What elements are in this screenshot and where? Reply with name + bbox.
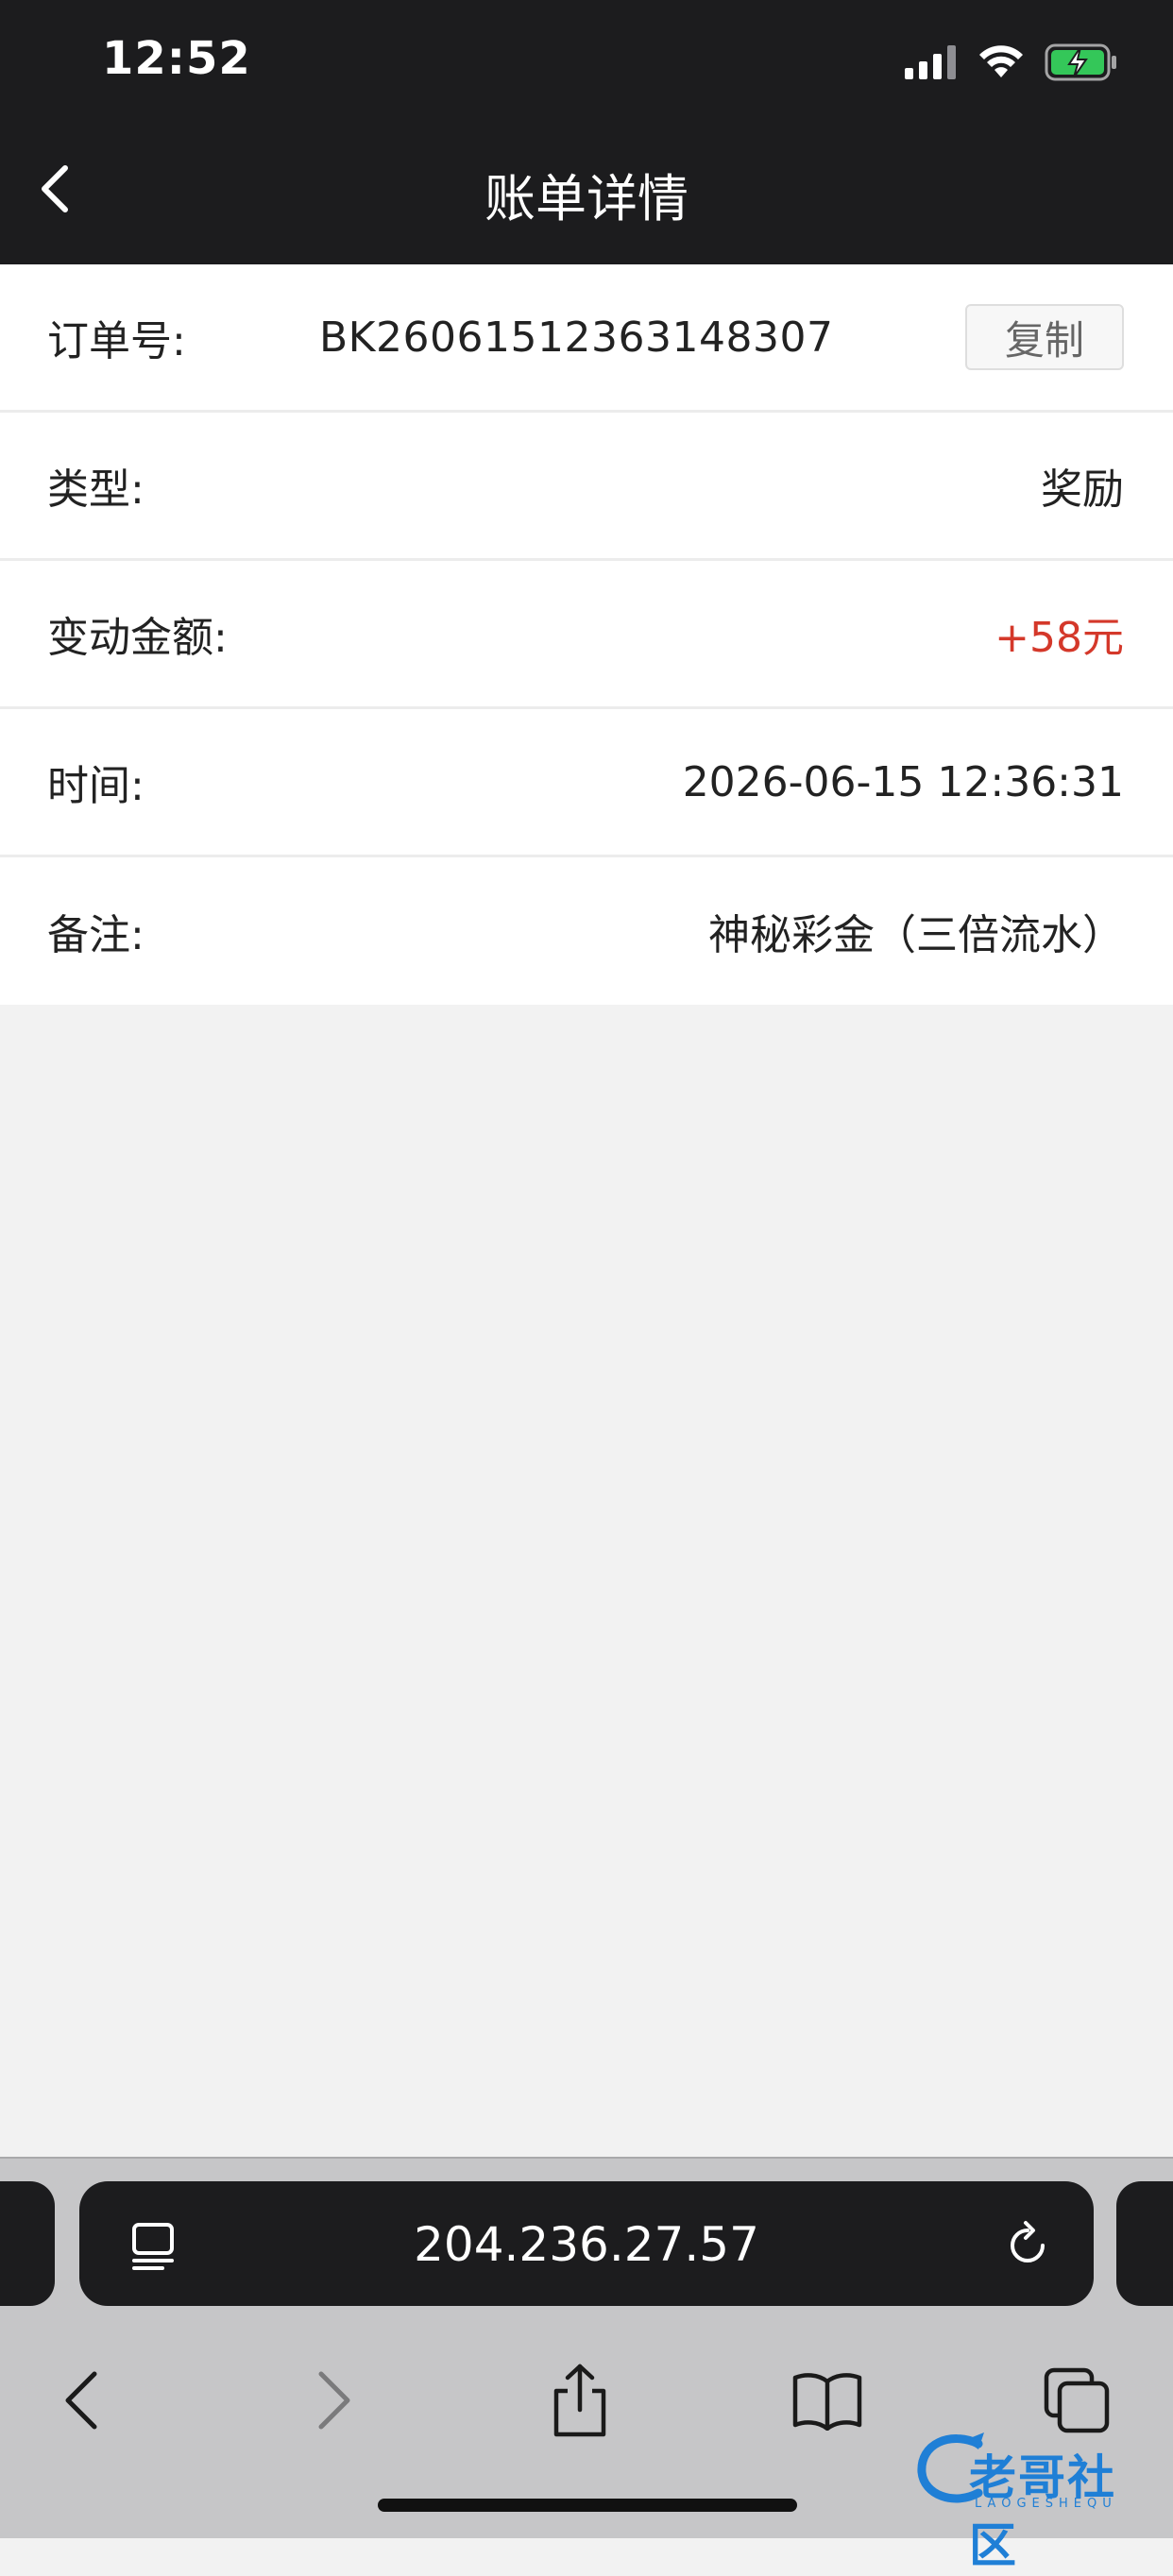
- order-number-value: BK26061512363148307: [319, 313, 834, 362]
- time-label: 时间:: [47, 762, 144, 810]
- watermark-subtext: LAOGESHEQU: [975, 2497, 1117, 2511]
- bookmarks-button[interactable]: [788, 2361, 867, 2440]
- chevron-right-icon: [318, 2371, 350, 2430]
- amount-row: 变动金额: +58元: [0, 561, 1173, 709]
- type-label: 类型:: [47, 466, 144, 514]
- address-bar[interactable]: 204.236.27.57: [79, 2181, 1094, 2306]
- tabs-icon: [1044, 2367, 1110, 2433]
- status-icons: [905, 42, 1118, 83]
- order-number-row: 订单号: BK26061512363148307 复制: [0, 264, 1173, 413]
- url-text: 204.236.27.57: [414, 2217, 759, 2272]
- remark-label: 备注:: [47, 911, 144, 959]
- previous-tab-preview[interactable]: [0, 2181, 55, 2306]
- battery-charging-icon: [1045, 43, 1116, 81]
- bill-details-list: 订单号: BK26061512363148307 复制 类型: 奖励 变动金额:…: [0, 264, 1173, 1005]
- share-icon: [553, 2364, 606, 2437]
- header-bar: 12:52 账单详情: [0, 0, 1173, 264]
- order-number-label: 订单号:: [47, 317, 186, 365]
- reload-icon[interactable]: [999, 2217, 1056, 2274]
- time-value: 2026-06-15 12:36:31: [682, 757, 1124, 806]
- time-row: 时间: 2026-06-15 12:36:31: [0, 709, 1173, 857]
- remark-row: 备注: 神秘彩金（三倍流水）: [0, 857, 1173, 1005]
- amount-value: +58元: [994, 614, 1124, 662]
- browser-back-button[interactable]: [42, 2361, 121, 2440]
- browser-forward-button[interactable]: [295, 2361, 374, 2440]
- page-title: 账单详情: [484, 169, 688, 229]
- home-indicator: [378, 2499, 797, 2512]
- share-button[interactable]: [540, 2361, 620, 2440]
- amount-label: 变动金额:: [47, 614, 228, 662]
- copy-button[interactable]: 复制: [965, 304, 1124, 370]
- book-icon: [792, 2373, 862, 2431]
- cellular-signal-icon: [905, 45, 956, 79]
- remark-value: 神秘彩金（三倍流水）: [708, 911, 1124, 959]
- wifi-icon: [979, 45, 1023, 77]
- type-value: 奖励: [1041, 466, 1124, 514]
- watermark-logo: 老哥社区 LAOGESHEQU: [912, 2427, 1160, 2573]
- chevron-left-icon: [65, 2371, 97, 2430]
- type-row: 类型: 奖励: [0, 413, 1173, 561]
- divider: [0, 2157, 1173, 2159]
- next-tab-preview[interactable]: [1116, 2181, 1173, 2306]
- status-time: 12:52: [102, 32, 251, 85]
